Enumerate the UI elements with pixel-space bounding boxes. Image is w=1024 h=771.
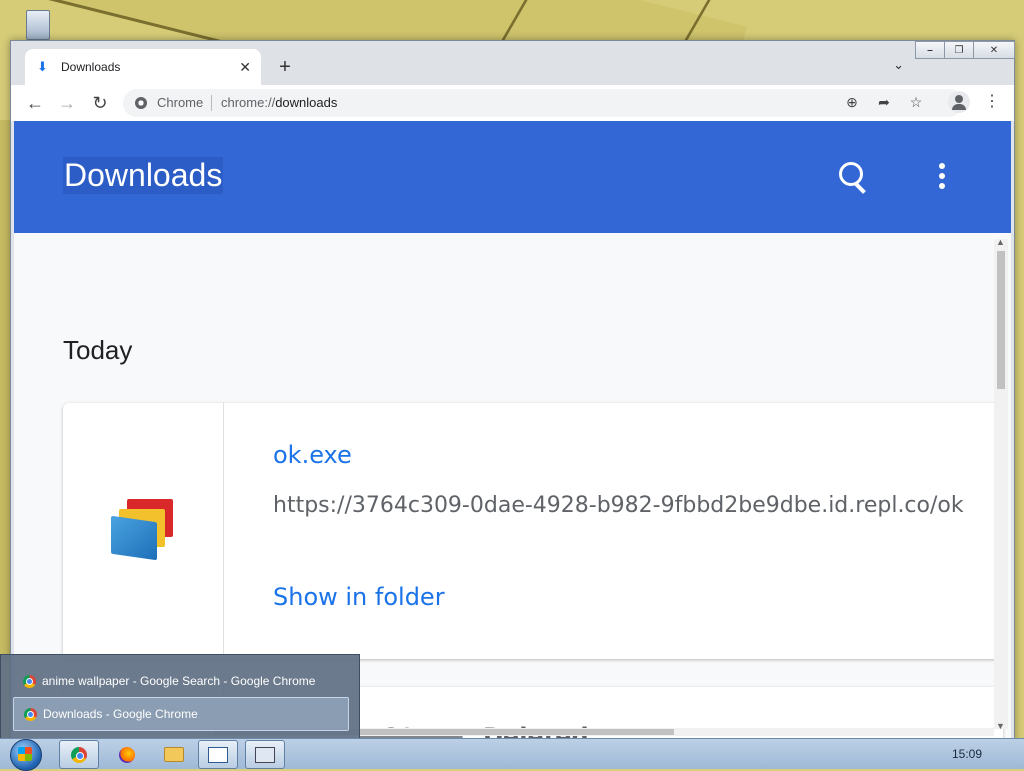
site-chip: Chrome [157,95,204,110]
chrome-site-icon [135,97,147,109]
search-icon[interactable] [836,159,870,194]
tab-downloads[interactable]: ⬇ Downloads ✕ [25,49,261,85]
scroll-thumb[interactable] [997,251,1005,389]
show-in-folder-link[interactable]: Show in folder [273,583,445,611]
address-bar[interactable]: Chrome chrome://downloads ⊕ ➦ ☆ [123,89,963,117]
chrome-icon [71,746,87,763]
profile-avatar-icon[interactable] [948,91,970,113]
chrome-menu-icon[interactable]: ⋮ [984,91,1000,111]
divider [211,95,212,111]
window-title: Downloads - Google Chrome [43,707,198,721]
firefox-icon [119,746,135,763]
toolbar: ← → ↻ Chrome chrome://downloads ⊕ ➦ ☆ ⋮ [11,85,1014,121]
window-title: anime wallpaper - Google Search - Google… [42,674,316,688]
vertical-scrollbar[interactable]: ▲ ▼ [994,237,1008,731]
bookmark-star-icon[interactable]: ☆ [907,94,925,111]
taskbar-app[interactable] [198,740,238,769]
tab-search-chevron-icon[interactable]: ⌄ [893,57,904,73]
window-list-item[interactable]: Downloads - Google Chrome [13,697,349,731]
scroll-up-icon[interactable]: ▲ [996,237,1005,247]
recycle-bin-icon[interactable] [20,6,54,40]
chrome-icon [24,707,37,721]
file-icon-area [63,403,224,659]
taskbar-chrome[interactable] [59,740,99,769]
zoom-icon[interactable]: ⊕ [843,94,861,111]
tab-title: Downloads [61,60,121,74]
exe-file-icon [111,497,175,567]
download-icon: ⬇ [37,59,48,74]
window-app-icon [255,746,275,763]
taskbar-app[interactable] [245,740,285,769]
window-list-item[interactable]: anime wallpaper - Google Search - Google… [13,665,347,697]
file-name-link[interactable]: ok.exe [273,441,352,469]
new-tab-button[interactable]: + [273,55,297,79]
reload-icon[interactable]: ↻ [88,91,112,115]
taskbar: 15:09 [0,738,1024,771]
page-title: Downloads [63,157,224,194]
more-actions-icon[interactable] [936,163,948,193]
start-button[interactable] [6,739,46,771]
taskbar-firefox[interactable] [107,740,147,769]
minimize-button[interactable]: ⎯ [915,41,945,59]
system-app-icon [208,746,228,763]
windows-logo-icon [18,747,32,761]
restore-button[interactable]: ❐ [944,41,974,59]
close-button[interactable]: ✕ [973,41,1015,59]
back-icon[interactable]: ← [23,91,47,115]
page-header: Downloads [14,121,1011,233]
forward-icon[interactable]: → [55,91,79,115]
date-heading: Today [63,335,133,365]
chrome-icon [23,674,36,688]
scroll-down-icon[interactable]: ▼ [996,721,1005,731]
title-bar: ⬇ Downloads ✕ + ⌄ ⎯ ❐ ✕ [11,41,1015,85]
folder-icon [164,747,184,762]
downloads-page: Downloads Today ok.exe https://3764c309-… [14,121,1011,740]
chrome-window: ⬇ Downloads ✕ + ⌄ ⎯ ❐ ✕ ← → ↻ Chrome chr… [10,40,1015,742]
tab-close-icon[interactable]: ✕ [239,59,251,76]
taskbar-window-list: anime wallpaper - Google Search - Google… [0,654,360,740]
share-icon[interactable]: ➦ [875,94,893,111]
taskbar-explorer[interactable] [154,740,194,769]
window-controls: ⎯ ❐ ✕ [915,41,1015,59]
clock[interactable]: 15:09 [952,747,982,761]
download-item: ok.exe https://3764c309-0dae-4928-b982-9… [63,403,1003,659]
file-source-url[interactable]: https://3764c309-0dae-4928-b982-9fbbd2be… [273,493,964,518]
url-text: chrome://downloads [221,95,338,110]
